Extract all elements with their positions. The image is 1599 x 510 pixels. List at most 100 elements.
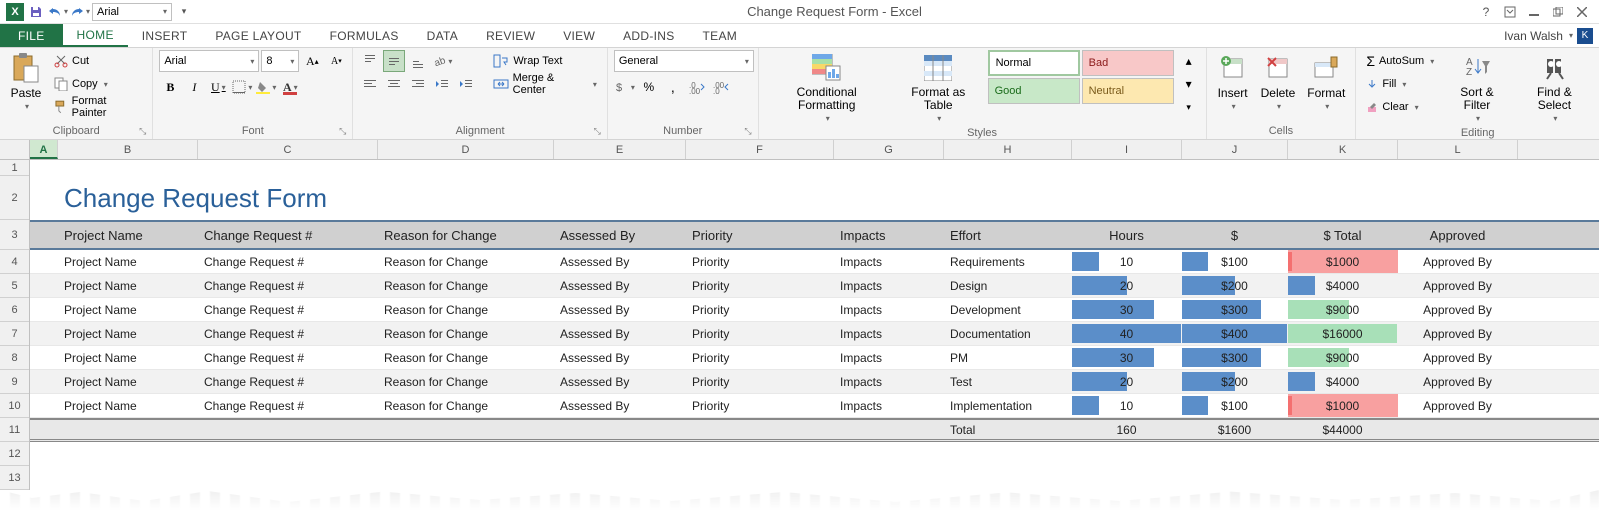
col-header-f[interactable]: F [686, 140, 834, 159]
hdr-reason[interactable]: Reason for Change [378, 222, 554, 248]
col-header-j[interactable]: J [1182, 140, 1288, 159]
cut-button[interactable]: Cut [50, 50, 146, 72]
row-header-1[interactable]: 1 [0, 160, 29, 176]
hdr-priority[interactable]: Priority [686, 222, 834, 248]
cell-impacts[interactable]: Impacts [834, 370, 944, 393]
cell-change-req[interactable]: Change Request # [198, 274, 378, 297]
restore-button[interactable] [1547, 2, 1569, 22]
styles-scroll-down[interactable]: ▾ [1178, 73, 1200, 95]
cell-assessed[interactable]: Assessed By [554, 346, 686, 369]
qat-customize-button[interactable]: ▾ [174, 2, 194, 22]
table-row[interactable]: Project NameChange Request #Reason for C… [30, 298, 1599, 322]
cell-priority[interactable]: Priority [686, 298, 834, 321]
row-headers[interactable]: 1 2 3 4 5 6 7 8 9 10 11 12 13 [0, 160, 30, 490]
select-all-corner[interactable] [0, 140, 30, 159]
align-top-button[interactable] [359, 50, 381, 72]
total-hours[interactable]: 160 [1072, 420, 1182, 439]
tab-review[interactable]: REVIEW [472, 24, 549, 47]
cell-dollars[interactable]: $300 [1182, 298, 1288, 321]
tab-home[interactable]: HOME [63, 24, 128, 47]
row-header-9[interactable]: 9 [0, 370, 29, 394]
col-header-c[interactable]: C [198, 140, 378, 159]
row-header-4[interactable]: 4 [0, 250, 29, 274]
cell-impacts[interactable]: Impacts [834, 322, 944, 345]
cell-approved[interactable]: Approved By [1398, 274, 1518, 297]
cell-approved[interactable]: Approved By [1398, 394, 1518, 417]
cell-hours[interactable]: 30 [1072, 298, 1182, 321]
tab-team[interactable]: TEAM [689, 24, 752, 47]
row-header-3[interactable]: 3 [0, 220, 29, 250]
borders-button[interactable]: ▾ [231, 76, 253, 98]
cell-dollars[interactable]: $200 [1182, 370, 1288, 393]
format-as-table-button[interactable]: Format as Table▾ [893, 50, 984, 125]
cell-change-req[interactable]: Change Request # [198, 394, 378, 417]
row-header-11[interactable]: 11 [0, 418, 29, 442]
cell-reason[interactable]: Reason for Change [378, 322, 554, 345]
save-button[interactable] [26, 2, 46, 22]
cell-priority[interactable]: Priority [686, 250, 834, 273]
cell-assessed[interactable]: Assessed By [554, 394, 686, 417]
cell-assessed[interactable]: Assessed By [554, 298, 686, 321]
align-left-button[interactable] [359, 73, 381, 95]
format-painter-button[interactable]: Format Painter [50, 96, 146, 118]
col-header-h[interactable]: H [944, 140, 1072, 159]
font-launcher[interactable]: ⤡ [339, 126, 346, 137]
redo-button[interactable]: ▾ [70, 2, 90, 22]
cell-hours[interactable]: 30 [1072, 346, 1182, 369]
cell-reason[interactable]: Reason for Change [378, 274, 554, 297]
font-size-combo[interactable]: 8▾ [261, 50, 299, 72]
col-header-l[interactable]: L [1398, 140, 1518, 159]
cell-approved[interactable]: Approved By [1398, 322, 1518, 345]
cell-effort[interactable]: Requirements [944, 250, 1072, 273]
underline-button[interactable]: U▾ [207, 76, 229, 98]
cell-reason[interactable]: Reason for Change [378, 250, 554, 273]
help-button[interactable]: ? [1475, 2, 1497, 22]
number-launcher[interactable]: ⤡ [744, 126, 751, 137]
align-middle-button[interactable] [383, 50, 405, 72]
style-normal[interactable]: Normal [988, 50, 1080, 76]
decrease-indent-button[interactable] [431, 73, 453, 95]
cell-hours[interactable]: 10 [1072, 250, 1182, 273]
cell-priority[interactable]: Priority [686, 346, 834, 369]
number-format-combo[interactable]: General▾ [614, 50, 754, 72]
cell-change-req[interactable]: Change Request # [198, 370, 378, 393]
cell-dollars[interactable]: $400 [1182, 322, 1288, 345]
clear-button[interactable]: Clear▾ [1362, 96, 1438, 118]
cell-dollars[interactable]: $300 [1182, 346, 1288, 369]
decrease-decimal-button[interactable]: .00.0 [710, 76, 732, 98]
increase-font-button[interactable]: A▴ [301, 50, 323, 72]
cell-change-req[interactable]: Change Request # [198, 346, 378, 369]
cell-assessed[interactable]: Assessed By [554, 370, 686, 393]
row-header-5[interactable]: 5 [0, 274, 29, 298]
cell-effort[interactable]: Design [944, 274, 1072, 297]
cell-change-req[interactable]: Change Request # [198, 250, 378, 273]
tab-formulas[interactable]: FORMULAS [316, 24, 413, 47]
cell-total[interactable]: $4000 [1288, 274, 1398, 297]
tab-page-layout[interactable]: PAGE LAYOUT [201, 24, 315, 47]
font-color-button[interactable]: A▾ [279, 76, 301, 98]
cell-project[interactable]: Project Name [58, 322, 198, 345]
minimize-button[interactable] [1523, 2, 1545, 22]
column-headers[interactable]: A B C D E F G H I J K L [0, 140, 1599, 160]
sheet-title[interactable]: Change Request Form [58, 176, 334, 220]
cell-project[interactable]: Project Name [58, 274, 198, 297]
align-right-button[interactable] [407, 73, 429, 95]
qat-font-combo[interactable]: Arial▾ [92, 3, 172, 21]
hdr-hours[interactable]: Hours [1072, 222, 1182, 248]
cell-priority[interactable]: Priority [686, 322, 834, 345]
cell-change-req[interactable]: Change Request # [198, 322, 378, 345]
table-row[interactable]: Project NameChange Request #Reason for C… [30, 394, 1599, 418]
tab-file[interactable]: FILE [0, 24, 63, 47]
col-header-d[interactable]: D [378, 140, 554, 159]
hdr-total[interactable]: $ Total [1288, 222, 1398, 248]
paste-button[interactable]: Paste▾ [6, 50, 46, 113]
style-bad[interactable]: Bad [1082, 50, 1174, 76]
cell-hours[interactable]: 20 [1072, 370, 1182, 393]
styles-scroll-up[interactable]: ▴ [1178, 50, 1200, 72]
increase-indent-button[interactable] [455, 73, 477, 95]
cell-effort[interactable]: Development [944, 298, 1072, 321]
hdr-assessed[interactable]: Assessed By [554, 222, 686, 248]
comma-button[interactable]: , [662, 76, 684, 98]
cell-dollars[interactable]: $100 [1182, 250, 1288, 273]
cell-reason[interactable]: Reason for Change [378, 346, 554, 369]
